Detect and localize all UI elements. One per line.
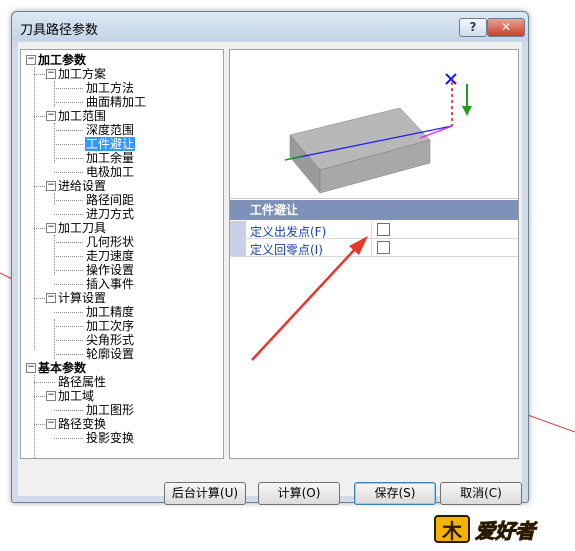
svg-text:木: 木 bbox=[441, 519, 463, 543]
watermark-logo: 木 爱好者 bbox=[431, 508, 571, 548]
logo-text: 爱好者 bbox=[475, 519, 536, 544]
annotation-arrow bbox=[251, 236, 368, 361]
